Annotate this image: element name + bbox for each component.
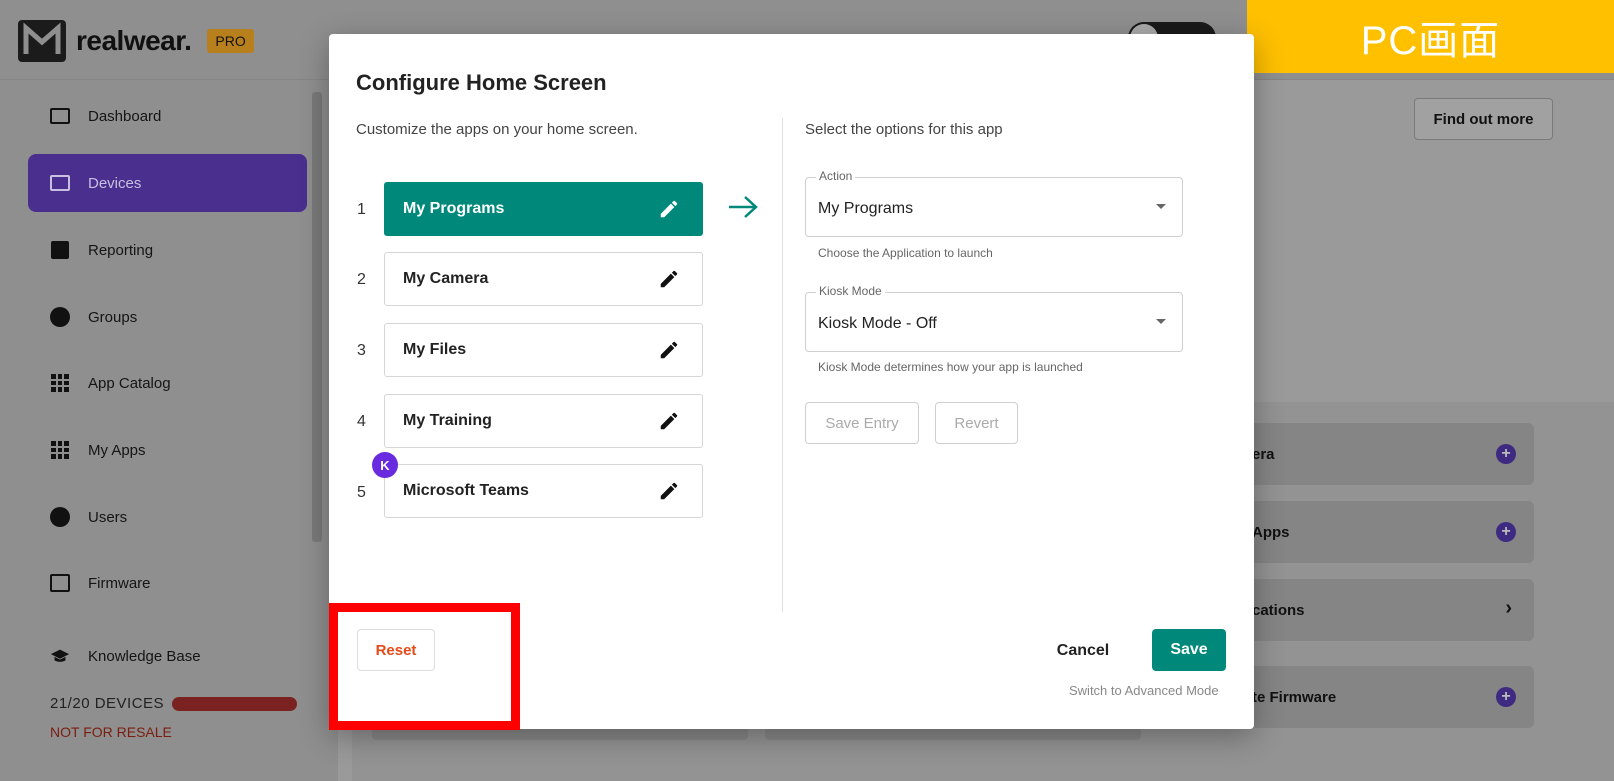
kiosk-helper-text: Kiosk Mode determines how your app is la… xyxy=(818,360,1083,374)
action-helper-text: Choose the Application to launch xyxy=(818,246,993,260)
pencil-icon[interactable] xyxy=(658,268,680,290)
sidebar-item-firmware[interactable]: Firmware xyxy=(28,554,307,612)
realwear-logo-icon xyxy=(18,20,66,62)
caret-down-icon xyxy=(1156,204,1166,209)
sidebar-item-label: Devices xyxy=(88,174,142,192)
sidebar-item-app-catalog[interactable]: App Catalog xyxy=(28,354,307,412)
sidebar-item-groups[interactable]: Groups xyxy=(28,288,307,346)
app-slot-microsoft-teams[interactable]: Microsoft Teams xyxy=(384,464,703,518)
kiosk-mode-select[interactable]: Kiosk Mode Kiosk Mode - Off xyxy=(805,284,1183,352)
advanced-mode-link[interactable]: Switch to Advanced Mode xyxy=(1069,683,1219,698)
dialog-divider xyxy=(782,118,783,612)
bg-card-strip xyxy=(765,728,1141,740)
logo-text: realwear. xyxy=(76,25,192,56)
bg-card-label: cations xyxy=(1252,601,1305,619)
groups-icon xyxy=(50,307,70,327)
action-value: My Programs xyxy=(818,200,914,217)
dashboard-icon xyxy=(50,107,70,125)
sidebar-item-users[interactable]: Users xyxy=(28,488,307,546)
app-slot-my-programs[interactable]: My Programs xyxy=(384,182,703,236)
sidebar-item-label: Reporting xyxy=(88,241,154,259)
devices-count: 21/20 DEVICES xyxy=(50,695,165,712)
options-title: Select the options for this app xyxy=(805,121,1003,138)
knowledge-base-icon xyxy=(50,647,70,665)
plus-icon: + xyxy=(1496,687,1516,707)
save-entry-button[interactable]: Save Entry xyxy=(805,402,919,444)
pencil-icon[interactable] xyxy=(658,339,680,361)
save-button[interactable]: Save xyxy=(1152,629,1226,671)
bg-card-label: era xyxy=(1252,445,1275,463)
sidebar-item-label: My Apps xyxy=(88,441,146,459)
plus-icon: + xyxy=(1496,522,1516,542)
sidebar-scrollbar[interactable] xyxy=(312,92,322,542)
pencil-icon[interactable] xyxy=(658,410,680,432)
app-number: 3 xyxy=(357,342,366,359)
app-number: 5 xyxy=(357,484,366,501)
users-icon xyxy=(50,507,70,527)
sidebar-item-label: App Catalog xyxy=(88,374,171,392)
sidebar-item-label: Users xyxy=(88,508,128,526)
pc-screen-label: PC画面 xyxy=(1247,0,1614,73)
bg-card-label: te Firmware xyxy=(1252,688,1337,706)
app-name: Microsoft Teams xyxy=(403,482,529,499)
chevron-right-icon: › xyxy=(1505,597,1512,619)
sidebar-item-label: Knowledge Base xyxy=(88,647,201,665)
firmware-icon xyxy=(50,574,70,592)
app-name: My Camera xyxy=(403,270,489,287)
kiosk-badge: K xyxy=(372,452,398,478)
kiosk-value: Kiosk Mode - Off xyxy=(818,315,937,332)
resale-notice: NOT FOR RESALE xyxy=(50,724,172,740)
dialog-subtitle: Customize the apps on your home screen. xyxy=(356,121,638,138)
find-out-more-button[interactable]: Find out more xyxy=(1414,98,1553,140)
app-name: My Programs xyxy=(403,200,505,217)
sidebar-item-knowledge-base[interactable]: Knowledge Base xyxy=(28,627,307,685)
reporting-icon xyxy=(50,241,70,259)
app-number: 4 xyxy=(357,413,366,430)
sidebar-item-dashboard[interactable]: Dashboard xyxy=(28,87,307,145)
sidebar-item-label: Groups xyxy=(88,308,138,326)
devices-icon xyxy=(50,174,70,192)
app-slot-my-training[interactable]: My Training xyxy=(384,394,703,448)
arrow-right-icon xyxy=(729,196,758,218)
sidebar-item-reporting[interactable]: Reporting xyxy=(28,221,307,279)
bg-card-label: Apps xyxy=(1252,523,1290,541)
sidebar-item-my-apps[interactable]: My Apps xyxy=(28,421,307,479)
cancel-button[interactable]: Cancel xyxy=(1047,631,1119,671)
reset-highlight-annotation xyxy=(329,603,520,730)
devices-usage-bar xyxy=(172,697,297,711)
app-slot-my-files[interactable]: My Files xyxy=(384,323,703,377)
app-catalog-icon xyxy=(50,374,70,392)
action-legend: Action xyxy=(816,169,856,183)
plus-icon: + xyxy=(1496,444,1516,464)
pencil-icon[interactable] xyxy=(658,198,680,220)
dialog-title: Configure Home Screen xyxy=(356,70,607,95)
revert-button[interactable]: Revert xyxy=(935,402,1018,444)
app-name: My Training xyxy=(403,412,492,429)
pencil-icon[interactable] xyxy=(658,480,680,502)
sidebar-item-label: Firmware xyxy=(88,574,151,592)
action-select[interactable]: Action My Programs xyxy=(805,169,1183,237)
caret-down-icon xyxy=(1156,319,1166,324)
sidebar-item-devices[interactable]: Devices xyxy=(28,154,307,212)
app-slot-my-camera[interactable]: My Camera xyxy=(384,252,703,306)
sidebar-item-label: Dashboard xyxy=(88,107,162,125)
pro-badge: PRO xyxy=(207,29,254,53)
realwear-logo[interactable]: realwear. PRO xyxy=(18,20,254,62)
my-apps-icon xyxy=(50,441,70,459)
app-name: My Files xyxy=(403,341,467,358)
kiosk-legend: Kiosk Mode xyxy=(816,284,885,298)
app-number: 2 xyxy=(357,271,366,288)
app-number: 1 xyxy=(357,201,366,218)
